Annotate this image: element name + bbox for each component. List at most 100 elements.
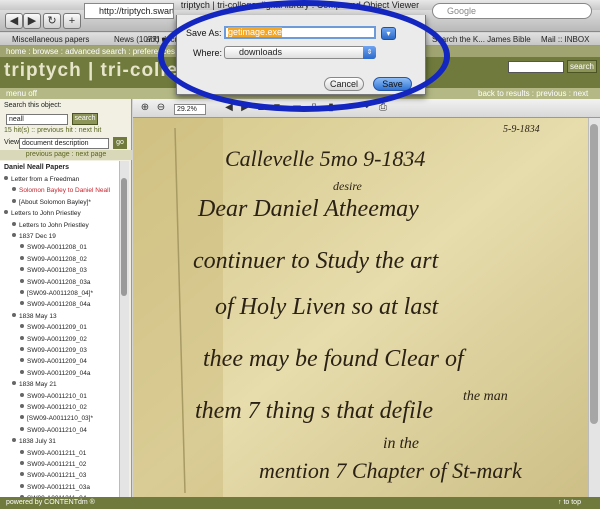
tree-leaf-item[interactable]: SW09-A0011208_03 bbox=[20, 266, 87, 275]
page-nav[interactable]: previous page : next page bbox=[0, 150, 132, 160]
tree-item-label: SW09-A0011208_02 bbox=[27, 255, 87, 263]
hw-insert-2: the man bbox=[463, 389, 508, 404]
view-select[interactable]: document description bbox=[19, 138, 109, 149]
bullet-icon bbox=[20, 472, 24, 477]
bullet-icon bbox=[20, 358, 24, 363]
tree-leaf-item[interactable]: [SW09-A0011210_03]* bbox=[20, 414, 93, 423]
tree-item-label: [SW09-A0011210_03]* bbox=[27, 415, 94, 423]
tree-folder-item[interactable]: Letters to John Priestley bbox=[4, 209, 81, 218]
tree-folder-item[interactable]: 1838 May 21 bbox=[12, 380, 57, 389]
hw-line-5: thee may be found Clear of bbox=[203, 346, 467, 372]
bullet-icon bbox=[20, 301, 24, 306]
tree-item-label: SW09-A0011209_03 bbox=[27, 347, 87, 354]
tree-item-label: SW09-A0011211_02 bbox=[27, 461, 87, 468]
go-button[interactable]: go bbox=[113, 137, 127, 149]
site-search-button[interactable]: search bbox=[567, 60, 597, 73]
tree-folder-item[interactable]: [About Solomon Bayley]* bbox=[12, 198, 91, 207]
tree-scroll-thumb[interactable] bbox=[121, 178, 127, 296]
tree-item-label: Letter from a Freedman bbox=[11, 176, 80, 183]
tree-item-label: SW09-A0011209_01 bbox=[27, 324, 87, 332]
tree-leaf-item[interactable]: SW09-A0011209_03 bbox=[20, 346, 87, 355]
tree-item-label: SW09-A0011208_01 bbox=[27, 244, 87, 252]
forward-button[interactable]: ▶ bbox=[23, 13, 41, 29]
bullet-icon bbox=[4, 176, 8, 180]
zoom-level-field[interactable]: 29.2% bbox=[174, 104, 206, 115]
tree-folder-item[interactable]: 1838 July 31 bbox=[12, 437, 56, 446]
tree-leaf-item[interactable]: SW09-A0011211_03 bbox=[20, 471, 86, 480]
collection-title: Daniel Neall Papers bbox=[4, 164, 69, 171]
zoom-out-icon[interactable]: ⊖ bbox=[155, 102, 167, 114]
to-top-link[interactable]: ↑ to top bbox=[558, 497, 581, 509]
hw-line-6: them 7 thing s that defile bbox=[195, 398, 433, 424]
google-search-field[interactable]: Google bbox=[432, 3, 592, 19]
bullet-icon bbox=[20, 483, 24, 488]
document-image[interactable]: 5-9-1834 Callevelle 5mo 9-1834 Dear Dani… bbox=[133, 118, 588, 497]
bullet-icon bbox=[4, 210, 8, 215]
tree-leaf-item[interactable]: SW09-A0011210_02 bbox=[20, 403, 87, 412]
tree-folder-item[interactable]: Letters to John Priestley bbox=[12, 221, 89, 230]
tree-item-label: SW09-A0011210_01 bbox=[27, 392, 87, 400]
tree-leaf-item[interactable]: SW09-A0011208_01 bbox=[20, 243, 87, 252]
bullet-icon bbox=[20, 290, 24, 294]
hw-line-3: continuer to Study the art bbox=[193, 248, 440, 274]
site-search-input[interactable] bbox=[508, 61, 564, 73]
new-tab-button[interactable]: + bbox=[63, 13, 81, 29]
url-bar[interactable]: http://triptych.swarth bbox=[84, 3, 174, 19]
url-text: http://triptych.swarth bbox=[99, 6, 174, 16]
bullet-icon bbox=[12, 381, 16, 386]
tree-leaf-item[interactable]: SW09-A0011209_04 bbox=[20, 357, 87, 366]
tree-item-label: [About Solomon Bayley]* bbox=[19, 198, 91, 206]
tree-leaf-item[interactable]: SW09-A0011209_01 bbox=[20, 323, 87, 332]
tree-item-label: Solomon Bayley to Daniel Neall bbox=[19, 187, 111, 195]
tree-leaf-item[interactable]: SW09-A0011211_02 bbox=[20, 460, 86, 469]
bullet-icon bbox=[12, 312, 16, 317]
tree-folder-item[interactable]: Letter from a Freedman bbox=[4, 175, 79, 184]
object-tree: Daniel Neall Papers Letter from a Freedm… bbox=[0, 161, 119, 497]
tree-folder-item[interactable]: 1838 May 13 bbox=[12, 312, 57, 321]
bullet-icon bbox=[20, 392, 24, 397]
reload-button[interactable]: ↻ bbox=[43, 13, 61, 29]
tree-item-label: SW09-A0011208_03a bbox=[27, 278, 91, 286]
bullet-icon bbox=[20, 426, 24, 431]
hw-line-4: of Holy Liven so at last bbox=[215, 294, 440, 320]
tree-leaf-item[interactable]: SW09-A0011208_03a bbox=[20, 278, 90, 287]
hits-nav[interactable]: 15 hit(s) :: previous hit : next hit bbox=[4, 127, 101, 134]
tree-leaf-item[interactable]: SW09-A0011211_01 bbox=[20, 449, 86, 458]
tree-item-label: Letters to John Priestley bbox=[19, 221, 89, 229]
bullet-icon bbox=[20, 255, 24, 260]
viewer-scroll-thumb[interactable] bbox=[590, 124, 598, 424]
tree-leaf-item[interactable]: SW09-A0011208_02 bbox=[20, 255, 87, 264]
tree-item-label: SW09-A0011208_04a bbox=[27, 301, 91, 309]
tree-leaf-item[interactable]: SW09-A0011210_01 bbox=[20, 392, 87, 401]
back-button[interactable]: ◀ bbox=[5, 13, 23, 29]
status-bar: powered by CONTENTdm ® ↑ to top bbox=[0, 497, 600, 509]
tree-leaf-item[interactable]: SW09-A0011209_02 bbox=[20, 335, 87, 344]
bullet-icon bbox=[20, 267, 24, 272]
bookmark-item[interactable]: Mail :: INBOX bbox=[541, 33, 589, 45]
menu-off-link[interactable]: menu off bbox=[6, 88, 37, 99]
hw-date: 5-9-1834 bbox=[503, 124, 540, 135]
bullet-icon bbox=[20, 324, 24, 329]
object-search-button[interactable]: search bbox=[72, 113, 98, 125]
tree-leaf-item[interactable]: SW09-A0011208_04a bbox=[20, 300, 90, 309]
tree-leaf-item[interactable]: SW09-A0011209_04a bbox=[20, 369, 90, 378]
object-search-input[interactable]: neall bbox=[6, 114, 68, 125]
tree-item-label: SW09-A0011211_01 bbox=[27, 449, 87, 457]
tree-folder-item[interactable]: 1837 Dec 19 bbox=[12, 232, 56, 241]
bullet-icon bbox=[12, 233, 16, 237]
bullet-icon bbox=[20, 278, 24, 283]
bookmark-item[interactable]: Miscellaneous papers bbox=[12, 33, 89, 45]
tree-leaf-item[interactable]: [SW09-A0011208_04]* bbox=[20, 289, 93, 298]
bullet-icon bbox=[12, 438, 16, 443]
zoom-in-icon[interactable]: ⊕ bbox=[139, 102, 151, 114]
highlight-annotation bbox=[158, 0, 450, 112]
tree-folder-item[interactable]: Solomon Bayley to Daniel Neall bbox=[12, 186, 110, 195]
tree-leaf-item[interactable]: SW09-A0011210_04 bbox=[20, 426, 87, 435]
bullet-icon bbox=[20, 335, 24, 340]
bullet-icon bbox=[20, 347, 24, 351]
tree-leaf-item[interactable]: SW09-A0011211_03a bbox=[20, 483, 90, 492]
results-nav[interactable]: back to results : previous : next bbox=[478, 88, 588, 99]
bullet-icon bbox=[20, 369, 24, 374]
tree-item-label: [SW09-A0011208_04]* bbox=[27, 290, 94, 297]
hw-line-1: Callevelle 5mo 9-1834 bbox=[225, 146, 425, 171]
